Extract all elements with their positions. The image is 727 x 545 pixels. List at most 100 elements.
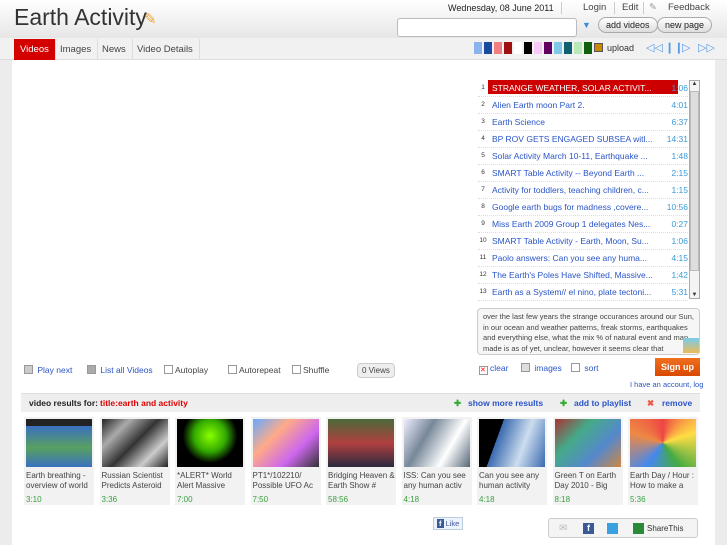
playlist-item[interactable]: 10 SMART Table Activity - Earth, Moon, Su…	[478, 233, 688, 250]
scrollbar-thumb[interactable]	[690, 91, 699, 271]
playlist-item[interactable]: 11 Paolo answers: Can you see any huma...…	[478, 250, 688, 267]
thumbnail-title[interactable]: PT1*/102210/ Possible UFO Ac	[253, 471, 321, 491]
thumbnail-title[interactable]: Earth Day / Hour : How to make a	[630, 471, 698, 491]
play-icon[interactable]: ▷	[682, 41, 690, 54]
scroll-up-icon[interactable]: ▲	[690, 81, 699, 87]
color-swatch[interactable]	[494, 42, 502, 54]
video-thumbnail[interactable]: PT1*/102210/ Possible UFO Ac 7:50	[250, 417, 321, 505]
item-title[interactable]: Earth Science	[492, 117, 674, 127]
color-swatch[interactable]	[524, 42, 532, 54]
item-title[interactable]: SMART Table Activity - Earth, Moon, Su..…	[492, 236, 674, 246]
autorepeat-checkbox[interactable]: Autorepeat	[228, 365, 281, 375]
twitter-icon[interactable]	[607, 523, 618, 534]
playlist-item[interactable]: 9 Miss Earth 2009 Group 1 delegates Nes..…	[478, 216, 688, 233]
playlist-item[interactable]: 7 Activity for toddlers, teaching childre…	[478, 182, 688, 199]
item-title[interactable]: Alien Earth moon Part 2.	[492, 100, 674, 110]
sharethis-icon[interactable]	[633, 523, 644, 534]
upload-button[interactable]: upload	[607, 43, 634, 53]
thumbnail-image[interactable]	[403, 419, 470, 467]
color-swatch[interactable]	[564, 42, 572, 54]
autoplay-checkbox[interactable]: Autoplay	[164, 365, 208, 375]
thumbnail-image[interactable]	[177, 419, 243, 467]
facebook-icon[interactable]: f	[583, 523, 594, 534]
playlist-item[interactable]: 3 Earth Science 6:37	[478, 114, 688, 131]
list-all-button[interactable]: List all Videos	[87, 365, 153, 375]
pause-icon[interactable]: ❙❙	[665, 41, 683, 54]
color-swatch[interactable]	[534, 42, 542, 54]
shuffle-checkbox[interactable]: Shuffle	[292, 365, 329, 375]
playlist-scrollbar[interactable]: ▲ ▼	[689, 80, 700, 299]
video-thumbnail[interactable]: Earth breathing - overview of world 3:10	[24, 417, 94, 505]
color-swatch[interactable]	[574, 42, 582, 54]
color-swatch[interactable]	[484, 42, 492, 54]
video-thumbnail[interactable]: Bridging Heaven & Earth Show # 58:56	[326, 417, 396, 505]
item-title[interactable]: Paolo answers: Can you see any huma...	[492, 253, 674, 263]
tab-videos[interactable]: Videos	[14, 39, 56, 60]
thumbnail-image[interactable]	[630, 419, 696, 467]
signup-button[interactable]: Sign up	[655, 358, 700, 376]
sort-button[interactable]: sort	[571, 363, 599, 373]
playlist-item[interactable]: 5 Solar Activity March 10-11, Earthquake …	[478, 148, 688, 165]
images-button[interactable]: images	[521, 363, 562, 373]
login-link[interactable]: Login	[583, 2, 606, 13]
item-title[interactable]: Miss Earth 2009 Group 1 delegates Nes...	[492, 219, 674, 229]
item-title[interactable]: Solar Activity March 10-11, Earthquake .…	[492, 151, 674, 161]
tab-images[interactable]: Images	[54, 39, 99, 60]
item-title[interactable]: Google earth bugs for madness ,covere...	[492, 202, 674, 212]
playlist-item[interactable]: 2 Alien Earth moon Part 2. 4:01	[478, 97, 688, 114]
thumbnail-image[interactable]	[479, 419, 545, 467]
tab-news[interactable]: News	[96, 39, 133, 60]
thumbnail-title[interactable]: ISS: Can you see any human activ	[404, 471, 472, 491]
color-swatch[interactable]	[544, 42, 552, 54]
thumbnail-image[interactable]	[26, 419, 92, 467]
edit-link[interactable]: Edit	[622, 2, 638, 13]
thumbnail-image[interactable]	[554, 419, 621, 467]
item-title[interactable]: The Earth's Poles Have Shifted, Massive.…	[492, 270, 674, 280]
add-videos-button[interactable]: add videos	[598, 17, 658, 33]
rewind-icon[interactable]: ◁◁	[646, 41, 663, 54]
remove-link[interactable]: remove	[662, 398, 692, 408]
new-page-button[interactable]: new page	[657, 17, 713, 33]
email-icon[interactable]: ✉	[559, 523, 567, 534]
mail-icon[interactable]	[683, 338, 699, 353]
playlist-item[interactable]: 12 The Earth's Poles Have Shifted, Massiv…	[478, 267, 688, 284]
playlist-item[interactable]: 13 Earth as a System// el nino, plate tec…	[478, 284, 688, 301]
item-title[interactable]: SMART Table Activity -- Beyond Earth ...	[492, 168, 674, 178]
video-thumbnail[interactable]: ISS: Can you see any human activ 4:18	[401, 417, 472, 505]
add-to-playlist-link[interactable]: add to playlist	[574, 398, 631, 408]
thumbnail-title[interactable]: Can you see any human activity	[479, 471, 547, 491]
fast-forward-icon[interactable]: ▷▷	[698, 41, 715, 54]
playlist-item[interactable]: 4 BP ROV GETS ENGAGED SUBSEA witl... 14:31	[478, 131, 688, 148]
item-title[interactable]: BP ROV GETS ENGAGED SUBSEA witl...	[492, 134, 674, 144]
video-thumbnail[interactable]: *ALERT* World Alert Massive 7:00	[175, 417, 245, 505]
item-title[interactable]: STRANGE WEATHER, SOLAR ACTIVIT...	[488, 80, 678, 94]
search-input[interactable]	[397, 18, 577, 37]
clear-button[interactable]: ✕ clear	[479, 363, 508, 375]
account-link[interactable]: I have an account, log	[630, 380, 703, 389]
thumbnail-image[interactable]	[252, 419, 319, 467]
color-swatch[interactable]	[504, 42, 512, 54]
feedback-icon[interactable]: ✎	[649, 2, 657, 13]
thumbnail-title[interactable]: Green T on Earth Day 2010 - Big	[555, 471, 623, 491]
thumbnail-title[interactable]: Russian Scientist Predicts Asteroid	[102, 471, 170, 491]
play-next-button[interactable]: Play next	[24, 365, 72, 375]
playlist-item[interactable]: 6 SMART Table Activity -- Beyond Earth ..…	[478, 165, 688, 182]
color-swatch[interactable]	[584, 42, 592, 54]
video-thumbnail[interactable]: Green T on Earth Day 2010 - Big 8:18	[552, 417, 623, 505]
scroll-down-icon[interactable]: ▼	[690, 292, 699, 298]
thumbnail-image[interactable]	[328, 419, 394, 467]
show-more-results-link[interactable]: show more results	[468, 398, 543, 408]
tab-video-details[interactable]: Video Details	[131, 39, 200, 60]
color-swatch[interactable]	[514, 42, 522, 54]
video-thumbnail[interactable]: Earth Day / Hour : How to make a 5:36	[628, 417, 698, 505]
thumbnail-title[interactable]: Bridging Heaven & Earth Show #	[328, 471, 396, 491]
thumbnail-title[interactable]: Earth breathing - overview of world	[26, 471, 94, 491]
item-title[interactable]: Earth as a System// el nino, plate tecto…	[492, 287, 674, 297]
thumbnail-image[interactable]	[101, 419, 168, 467]
video-thumbnail[interactable]: Russian Scientist Predicts Asteroid 3:36	[99, 417, 170, 505]
sharethis-label[interactable]: ShareThis	[647, 524, 683, 533]
playlist-item[interactable]: 1 STRANGE WEATHER, SOLAR ACTIVIT... 1:06	[478, 80, 688, 97]
video-thumbnail[interactable]: Can you see any human activity 4:18	[477, 417, 547, 505]
upload-icon[interactable]	[594, 43, 603, 52]
feedback-link[interactable]: Feedback	[668, 2, 710, 13]
